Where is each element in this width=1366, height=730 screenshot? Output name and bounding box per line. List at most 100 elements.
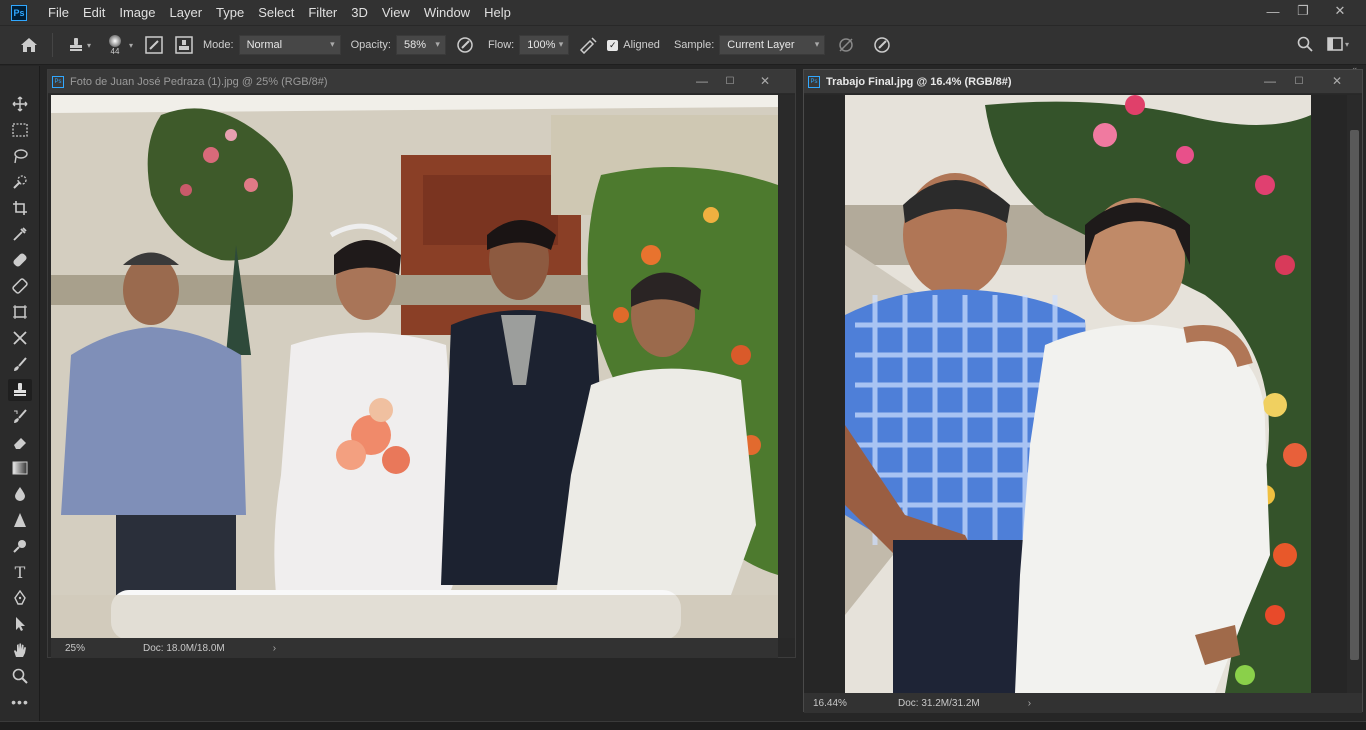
sample-label: Sample: — [673, 39, 715, 51]
menu-layer[interactable]: Layer — [163, 0, 210, 25]
pressure-opacity-icon[interactable] — [450, 36, 480, 54]
ignore-adjustment-layers-icon[interactable] — [831, 36, 861, 54]
flow-input[interactable]: 100% ▾ — [519, 35, 570, 55]
more-tools-icon[interactable]: ••• — [8, 691, 32, 713]
opacity-input[interactable]: 58% ▾ — [395, 35, 446, 55]
chevron-right-icon[interactable]: › — [1028, 698, 1031, 709]
menu-view[interactable]: View — [375, 0, 417, 25]
status-bar-final: 16.44% Doc: 31.2M/31.2M › — [804, 693, 1362, 713]
document-tab-original[interactable]: Ps Foto de Juan José Pedraza (1).jpg @ 2… — [48, 70, 795, 94]
separator — [52, 33, 53, 57]
patch-tool-icon[interactable] — [8, 275, 32, 297]
zoom-level[interactable]: 25% — [65, 643, 143, 654]
vertical-scrollbar[interactable] — [779, 95, 795, 638]
document-size: Doc: 31.2M/31.2M — [898, 697, 980, 709]
crop-tool-icon[interactable] — [8, 197, 32, 219]
scrollbar-thumb[interactable] — [1350, 130, 1359, 660]
menu-window[interactable]: Window — [417, 0, 477, 25]
soft-brush-icon — [109, 34, 121, 47]
status-bar-original: 25% Doc: 18.0M/18.0M › — [51, 638, 778, 658]
clone-source-panel-toggle-icon[interactable] — [169, 36, 199, 54]
menu-edit[interactable]: Edit — [76, 0, 112, 25]
flow-value: 100% — [527, 39, 556, 51]
clone-stamp-preset-picker[interactable]: ▾ — [61, 36, 97, 54]
chevron-down-icon: ▾ — [1344, 39, 1349, 49]
document-icon: Ps — [52, 75, 64, 88]
opacity-value: 58% — [403, 39, 426, 51]
document-canvas-final[interactable] — [804, 95, 1347, 693]
photoshop-logo: Ps — [11, 4, 27, 21]
menu-type[interactable]: Type — [209, 0, 251, 25]
document-tab-final[interactable]: Ps Trabajo Final.jpg @ 16.4% (RGB/8#) — … — [804, 70, 1362, 94]
wedding-photo-image — [51, 95, 778, 638]
app-close-button[interactable]: ✕ — [1325, 0, 1355, 22]
eyedropper-tool-icon[interactable] — [8, 223, 32, 245]
lasso-tool-icon[interactable] — [8, 145, 32, 167]
pen-tool-icon[interactable] — [8, 587, 32, 609]
document-size: Doc: 18.0M/18.0M — [143, 642, 225, 654]
home-icon[interactable] — [14, 37, 44, 53]
app-minimize-button[interactable]: — — [1258, 0, 1288, 22]
brush-tool-icon[interactable] — [8, 353, 32, 375]
app-restore-button[interactable]: ❐ — [1288, 0, 1318, 22]
brush-settings-panel-toggle-icon[interactable] — [139, 36, 169, 54]
blur-tool-icon[interactable] — [8, 483, 32, 505]
maximize-icon[interactable]: ☐ — [719, 72, 741, 90]
healing-brush-tool-icon[interactable] — [8, 249, 32, 271]
eraser-tool-icon[interactable] — [8, 431, 32, 453]
menu-help[interactable]: Help — [477, 0, 518, 25]
search-icon[interactable] — [1294, 36, 1316, 52]
sample-select[interactable]: Current Layer ▾ — [719, 35, 826, 55]
aligned-label: Aligned — [623, 39, 660, 51]
minimize-icon[interactable]: — — [1259, 72, 1281, 90]
menu-image[interactable]: Image — [112, 0, 162, 25]
aligned-checkbox[interactable]: ✓ — [607, 39, 619, 51]
dodge-tool-icon[interactable] — [8, 535, 32, 557]
chevron-down-icon: ▾ — [330, 39, 335, 49]
close-icon[interactable]: ✕ — [754, 72, 776, 90]
gradient-tool-icon[interactable] — [8, 457, 32, 479]
mode-label: Mode: — [203, 39, 234, 51]
restored-photo — [845, 95, 1311, 693]
menu-3d[interactable]: 3D — [344, 0, 375, 25]
minimize-icon[interactable]: — — [691, 72, 713, 90]
type-tool-icon[interactable]: T — [8, 561, 32, 583]
mode-value: Normal — [246, 39, 283, 51]
vertical-scrollbar[interactable] — [1347, 95, 1362, 693]
maximize-icon[interactable]: ☐ — [1288, 72, 1310, 90]
document-title: Trabajo Final.jpg @ 16.4% (RGB/8#) — [826, 75, 1012, 88]
mode-select[interactable]: Normal ▾ — [238, 35, 341, 55]
content-aware-move-tool-icon[interactable] — [8, 327, 32, 349]
clone-stamp-tool-icon[interactable] — [8, 379, 32, 401]
restored-photo-image — [845, 95, 1311, 693]
brush-size-picker[interactable]: 44 — [97, 34, 133, 56]
chevron-down-icon: ▾ — [435, 39, 440, 49]
chevron-down-icon: ▾ — [558, 39, 564, 49]
chevron-right-icon[interactable]: › — [273, 643, 276, 654]
menu-file[interactable]: File — [41, 0, 76, 25]
document-title: Foto de Juan José Pedraza (1).jpg @ 25% … — [70, 75, 328, 88]
zoom-level[interactable]: 16.44% — [813, 698, 898, 709]
hand-tool-icon[interactable] — [8, 639, 32, 661]
chevron-down-icon: ▾ — [86, 40, 91, 50]
document-canvas-original[interactable] — [51, 95, 778, 638]
sample-value: Current Layer — [727, 39, 795, 51]
menu-select[interactable]: Select — [251, 0, 301, 25]
document-window-original: Ps Foto de Juan José Pedraza (1).jpg @ 2… — [47, 69, 796, 658]
tools-panel: T ••• — [0, 66, 40, 730]
airbrush-icon[interactable] — [573, 36, 603, 54]
pressure-size-icon[interactable] — [867, 36, 897, 54]
path-selection-tool-icon[interactable] — [8, 613, 32, 635]
move-tool-icon[interactable] — [8, 93, 32, 115]
marquee-tool-icon[interactable] — [8, 119, 32, 141]
workspace-icon[interactable]: ▾ — [1325, 36, 1351, 52]
zoom-tool-icon[interactable] — [8, 665, 32, 687]
history-brush-tool-icon[interactable] — [8, 405, 32, 427]
chevron-down-icon: ▾ — [814, 39, 820, 49]
menu-filter[interactable]: Filter — [301, 0, 344, 25]
sharpen-tool-icon[interactable] — [8, 509, 32, 531]
frame-tool-icon[interactable] — [8, 301, 32, 323]
document-icon: Ps — [808, 75, 820, 88]
close-icon[interactable]: ✕ — [1326, 72, 1348, 90]
quick-selection-tool-icon[interactable] — [8, 171, 32, 193]
